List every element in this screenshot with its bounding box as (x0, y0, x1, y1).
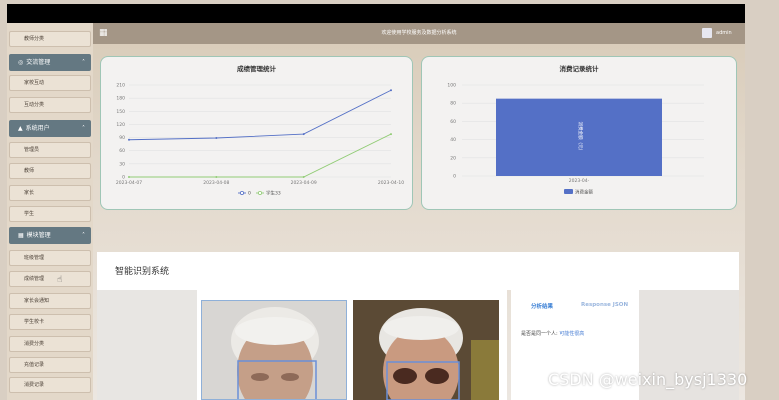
sidebar-item[interactable]: 学生校卡 (9, 314, 91, 330)
face-photo-right[interactable] (353, 300, 499, 400)
tab-analysis[interactable]: 分析结果 (531, 302, 553, 310)
y-tick-label: 30 (119, 161, 125, 167)
result-value: 可能性很高 (559, 331, 585, 337)
score-line-chart: 0 30 60 90 120 150 180 210 2023-04-07 2023-04-08 2… (116, 83, 404, 197)
sidebar-item[interactable]: 教师 (9, 163, 91, 179)
recognition-panel-header: 智能识别系统 (97, 252, 739, 290)
sidebar-group[interactable]: ◎ 交流管理 ˄ (9, 54, 91, 71)
y-tick-label: 180 (116, 96, 125, 102)
y-tick-label: 0 (122, 175, 125, 181)
header-bar: ▦ 欢迎使用学校服务及数据分析系统 admin (93, 23, 745, 44)
y-tick-label: 20 (450, 155, 456, 161)
data-point (215, 176, 218, 178)
data-point (390, 133, 392, 136)
user-icon: ▲ (18, 125, 23, 132)
sidebar-item[interactable]: 成绩管理 (9, 271, 91, 287)
sidebar: 教师分类 ◎ 交流管理 ˄ 家校互动互动分类 ▲ 系统用户 ˄ 管理员教师家长学生 ▦ 模块管理 ˄ 班… (7, 23, 93, 400)
watermark: CSDN @weixin_bysj1330 (548, 370, 748, 389)
data-point (128, 176, 130, 178)
chevron-up-icon: ˄ (82, 125, 85, 132)
y-tick-label: 150 (116, 109, 125, 115)
y-tick-label: 80 (450, 101, 456, 107)
data-point (302, 133, 305, 136)
result-tabs: 分析结果 Response JSON (511, 298, 639, 314)
sidebar-group-label: 模块管理 (26, 232, 51, 239)
x-tick-label: 2023-04- (569, 178, 590, 184)
sidebar-item[interactable]: 家校互动 (9, 75, 91, 91)
x-tick-label: 2023-04-10 (378, 180, 404, 186)
username[interactable]: admin (716, 23, 732, 44)
sidebar-group-label: 交流管理 (26, 59, 51, 66)
data-point (302, 176, 305, 178)
consume-bar-chart: 0 20 40 60 80 100 消费金额（元） 2023-04- 消费金额 (447, 83, 704, 196)
legend-marker (257, 190, 262, 195)
x-tick-label: 2023-04-09 (291, 180, 317, 186)
x-tick-label: 2023-04-08 (203, 180, 229, 186)
result-text: 是否是同一个人: 可能性很高 (521, 330, 584, 337)
result-label: 是否是同一个人: (521, 331, 558, 337)
legend-marker (239, 190, 244, 195)
y-tick-label: 100 (447, 83, 456, 89)
elderly-man-sunglasses-image (353, 300, 499, 400)
sidebar-item[interactable]: 班级管理 (9, 250, 91, 266)
y-tick-label: 210 (116, 83, 125, 89)
main-content: ▦ 欢迎使用学校服务及数据分析系统 admin 成绩管理统计 0 30 60 90 12… (93, 23, 745, 400)
legend-swatch (564, 189, 573, 194)
mouse-cursor-icon: ☝ (57, 275, 63, 285)
y-tick-label: 40 (450, 137, 456, 143)
grid-icon: ▦ (18, 232, 24, 239)
face-photo-left[interactable] (201, 300, 347, 400)
left-spacer (97, 290, 197, 400)
sidebar-group[interactable]: ▦ 模块管理 ˄ (9, 227, 91, 244)
panel-title: 智能识别系统 (115, 267, 170, 277)
y-tick-label: 60 (450, 119, 456, 125)
sidebar-item[interactable]: 互动分类 (9, 97, 91, 113)
tab-response-json[interactable]: Response JSON (581, 302, 628, 308)
chat-icon: ◎ (18, 59, 24, 66)
sidebar-item[interactable]: 家长 (9, 185, 91, 201)
sidebar-group-label: 系统用户 (25, 125, 50, 132)
elderly-man-portrait-image (202, 301, 346, 399)
series-line (128, 89, 392, 141)
sidebar-item[interactable]: 学生 (9, 206, 91, 222)
bar-data-label: 消费金额（元） (577, 122, 584, 154)
legend-label: 学生33 (266, 190, 281, 197)
sidebar-item[interactable]: 教师分类 (9, 31, 91, 47)
y-tick-label: 90 (119, 135, 125, 141)
series-line (129, 133, 392, 178)
sidebar-item[interactable]: 充值记录 (9, 357, 91, 373)
data-point (215, 137, 218, 140)
sidebar-item[interactable]: 消费分类 (9, 336, 91, 352)
legend-label: 消费金额 (575, 189, 593, 196)
sidebar-group[interactable]: ▲ 系统用户 ˄ (9, 120, 91, 137)
data-point (128, 138, 130, 141)
chevron-up-icon: ˄ (82, 232, 85, 239)
y-tick-label: 0 (453, 174, 456, 180)
x-tick-label: 2023-04-07 (116, 180, 142, 186)
y-tick-label: 60 (119, 148, 125, 154)
sidebar-item[interactable]: 消费记录 (9, 377, 91, 393)
consume-chart-card: 消费记录统计 0 20 40 60 80 100 消费金额（元） 2023-04- 消费金额 (421, 56, 737, 210)
top-black-bar (7, 4, 745, 23)
y-tick-label: 120 (116, 122, 125, 128)
sidebar-item[interactable]: 家长会通知 (9, 293, 91, 309)
chevron-up-icon: ˄ (82, 59, 85, 66)
avatar[interactable] (702, 28, 712, 38)
sidebar-item[interactable]: 管理员 (9, 142, 91, 158)
photo-area (197, 290, 507, 400)
score-chart-card: 成绩管理统计 0 30 60 90 120 150 180 210 2023-04-07 2023… (100, 56, 413, 210)
app-title: 欢迎使用学校服务及数据分析系统 (381, 30, 457, 36)
legend-label: 0 (248, 191, 251, 197)
data-point (390, 89, 392, 92)
